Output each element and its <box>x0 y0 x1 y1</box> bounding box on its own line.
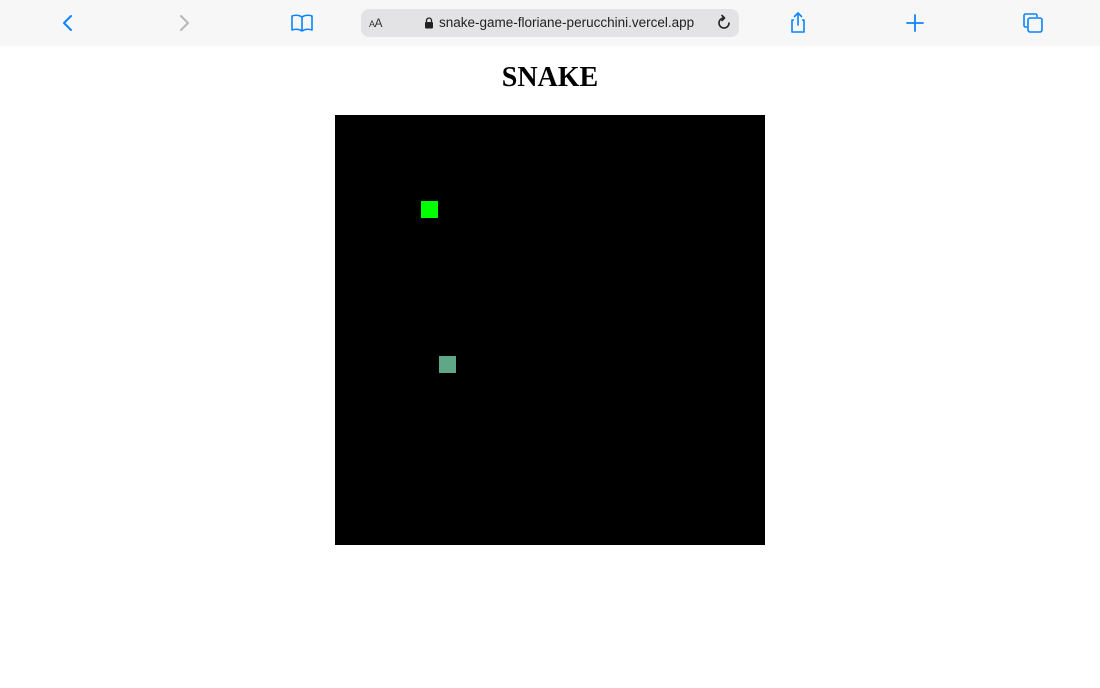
chevron-right-icon <box>180 15 189 31</box>
share-button[interactable] <box>784 9 812 37</box>
plus-icon <box>906 14 924 32</box>
tabs-icon <box>1023 13 1043 33</box>
share-icon <box>791 12 805 33</box>
back-button[interactable] <box>54 9 82 37</box>
forward-button[interactable] <box>170 9 198 37</box>
book-icon <box>291 14 313 32</box>
page-title: SNAKE <box>501 62 599 93</box>
text-size-button[interactable]: AA <box>369 16 383 30</box>
lock-icon <box>425 17 433 29</box>
chevron-left-icon <box>63 15 72 31</box>
new-tab-button[interactable] <box>901 9 929 37</box>
browser-toolbar: AA snake-game-floriane-perucchini.vercel… <box>0 0 1100 46</box>
snake-segment <box>421 201 438 218</box>
food <box>439 356 456 373</box>
tabs-button[interactable] <box>1019 9 1047 37</box>
game-board[interactable] <box>335 115 765 545</box>
reload-icon[interactable] <box>715 14 733 32</box>
address-bar[interactable]: AA snake-game-floriane-perucchini.vercel… <box>361 9 739 37</box>
url-text[interactable]: snake-game-floriane-perucchini.vercel.ap… <box>439 15 694 30</box>
reader-button[interactable] <box>288 9 316 37</box>
